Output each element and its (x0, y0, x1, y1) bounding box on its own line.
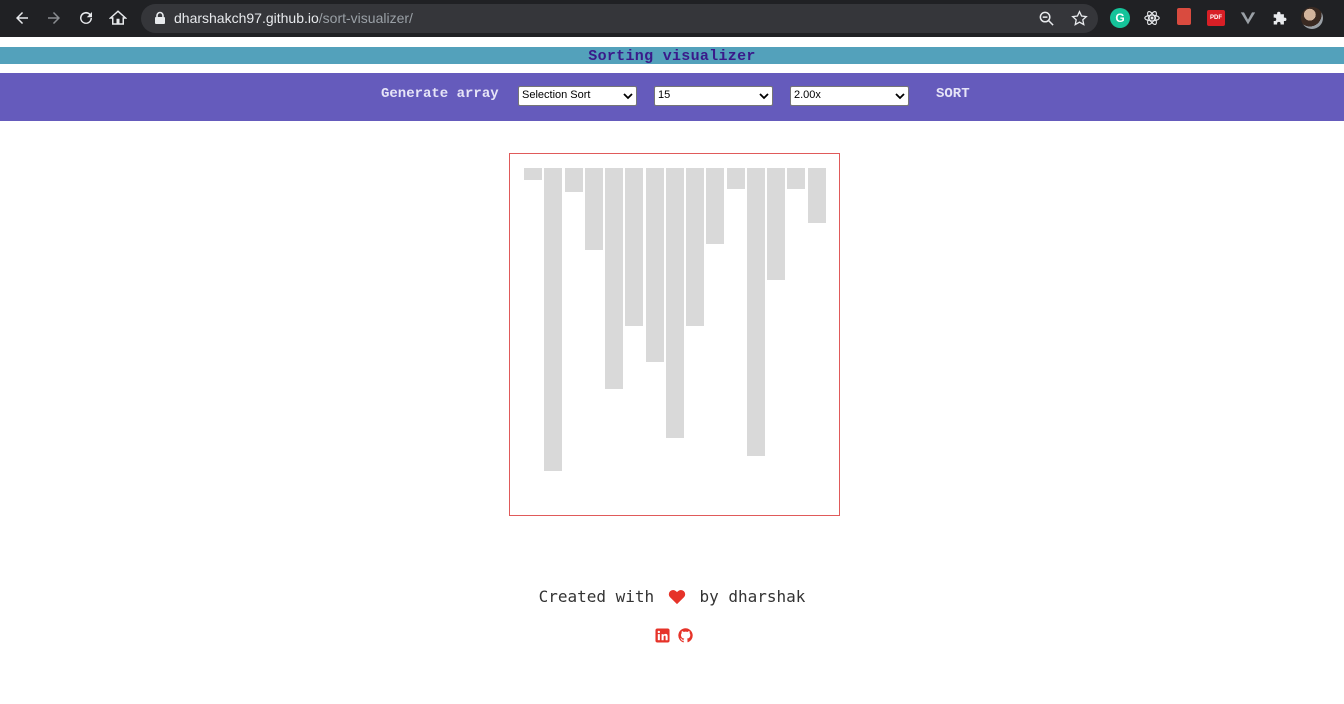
array-bar (665, 168, 684, 438)
array-bar (564, 168, 583, 192)
address-bar[interactable]: dharshakch97.github.io/sort-visualizer/ (141, 4, 1098, 33)
lock-icon (153, 11, 167, 25)
array-bar (746, 168, 765, 456)
algorithm-select-value: Selection Sort (522, 89, 591, 101)
forward-arrow-icon[interactable] (42, 6, 66, 30)
github-icon[interactable] (678, 628, 693, 643)
react-devtools-icon[interactable] (1142, 8, 1162, 28)
array-size-select-value: 15 (658, 89, 671, 101)
array-bar (706, 168, 725, 244)
page-top-spacer (0, 37, 1344, 47)
footer-credit: Created with by dharshak (0, 586, 1344, 606)
pdf-extension-icon[interactable]: PDF (1207, 10, 1225, 26)
bookmark-extension-icon[interactable] (1177, 8, 1191, 25)
bookmark-star-icon[interactable] (1071, 10, 1088, 27)
pdf-label: PDF (1210, 15, 1222, 21)
reload-icon[interactable] (74, 6, 98, 30)
page-title: Sorting visualizer (588, 48, 756, 65)
extensions-puzzle-icon[interactable] (1270, 8, 1290, 28)
back-arrow-icon[interactable] (10, 6, 34, 30)
grammarly-extension-icon[interactable]: G (1110, 8, 1130, 28)
array-size-select[interactable]: 15 (654, 86, 773, 106)
footer-suffix: by dharshak (699, 587, 806, 606)
url-path: /sort-visualizer/ (318, 10, 413, 26)
grammarly-label: G (1115, 11, 1125, 25)
array-bar (625, 168, 644, 326)
generate-array-button[interactable]: Generate array (381, 86, 499, 102)
chevron-down-icon (895, 93, 905, 100)
array-bar (524, 168, 542, 180)
array-bar (686, 168, 704, 326)
array-bar (807, 168, 826, 223)
browser-toolbar: dharshakch97.github.io/sort-visualizer/ … (0, 0, 1344, 37)
array-bar (605, 168, 623, 389)
array-bar (584, 168, 603, 250)
array-bar (787, 168, 806, 189)
profile-avatar[interactable] (1301, 7, 1323, 29)
zoom-icon[interactable] (1038, 10, 1055, 27)
url-host: dharshakch97.github.io (174, 10, 319, 26)
array-bar (544, 168, 563, 471)
home-icon[interactable] (106, 6, 130, 30)
controls-bar: Generate array Selection Sort 15 2.00x S… (0, 73, 1344, 121)
chevron-down-icon (623, 93, 633, 100)
sort-button[interactable]: SORT (936, 86, 970, 102)
url-text: dharshakch97.github.io/sort-visualizer/ (174, 10, 413, 26)
linkedin-icon[interactable] (655, 628, 670, 643)
chevron-down-icon (759, 93, 769, 100)
array-bar (645, 168, 664, 362)
heart-icon (668, 589, 685, 604)
title-bar: Sorting visualizer (0, 47, 1344, 65)
vue-devtools-icon[interactable] (1238, 8, 1258, 28)
algorithm-select[interactable]: Selection Sort (518, 86, 637, 106)
array-visualizer (509, 153, 840, 516)
footer-prefix: Created with (538, 587, 655, 606)
array-bar (726, 168, 745, 189)
speed-select[interactable]: 2.00x (790, 86, 909, 106)
array-bar (767, 168, 785, 280)
speed-select-value: 2.00x (794, 89, 821, 101)
